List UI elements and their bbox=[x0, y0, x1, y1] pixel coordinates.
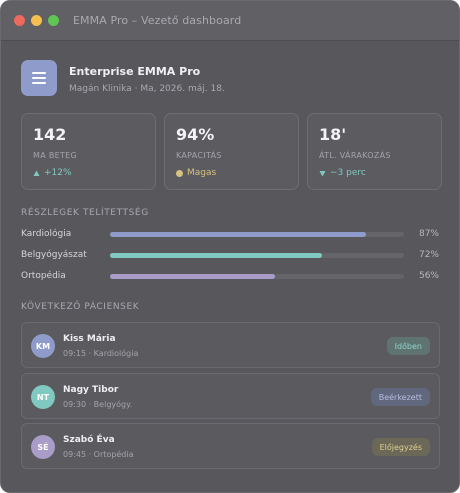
stats-row: 142 MA BETEG +12% 94% KAPACITÁS Magas 18… bbox=[21, 113, 442, 190]
stat-delta: +12% bbox=[33, 168, 144, 178]
stat-label: ÁTL. VÁRAKOZÁS bbox=[319, 151, 391, 160]
occupancy-bar bbox=[110, 231, 404, 237]
avatar: SÉ bbox=[31, 435, 55, 459]
patients-section-title: KÖVETKEZŐ PÁCIENSEK bbox=[21, 302, 140, 312]
occupancy-bar bbox=[110, 273, 404, 279]
dashboard-header: Enterprise EMMA Pro Magán Klinika · Ma, … bbox=[21, 60, 225, 96]
department-name: Kardiológia bbox=[21, 229, 72, 239]
window-controls bbox=[14, 15, 59, 26]
stat-delta: −3 perc bbox=[319, 168, 430, 178]
arrow-down-icon bbox=[319, 170, 326, 176]
stat-value: 94% bbox=[176, 125, 215, 144]
arrow-up-icon bbox=[33, 170, 40, 176]
stat-card-wait-time[interactable]: 18' ÁTL. VÁRAKOZÁS −3 perc bbox=[307, 113, 442, 190]
stat-delta-text: +12% bbox=[44, 168, 72, 178]
status-badge: Előjegyzés bbox=[371, 438, 430, 456]
department-name: Belgyógyászat bbox=[21, 250, 87, 260]
patient-name: Szabó Éva bbox=[63, 435, 115, 445]
patient-card-kiss-maria[interactable]: KM Kiss Mária 09:15 · Kardiológia Időben bbox=[21, 322, 440, 368]
department-name: Ortopédia bbox=[21, 271, 66, 281]
department-percent: 87% bbox=[418, 229, 439, 239]
app-window: EMMA Pro – Vezető dashboard Enterprise E… bbox=[0, 0, 460, 493]
department-row-ortopedia[interactable]: Ortopédia 56% bbox=[21, 269, 441, 283]
window-title: EMMA Pro – Vezető dashboard bbox=[73, 14, 242, 27]
occupancy-bar-fill bbox=[110, 273, 275, 279]
minimize-window-button[interactable] bbox=[31, 15, 42, 26]
occupancy-bar-fill bbox=[110, 252, 322, 258]
organization-name: Enterprise EMMA Pro bbox=[69, 65, 201, 78]
departments-section-title: RÉSZLEGEK TELÍTETTSÉG bbox=[21, 208, 149, 218]
stat-label: MA BETEG bbox=[33, 151, 78, 160]
patient-appointment: 09:30 · Belgyógy. bbox=[63, 400, 133, 409]
stat-delta-text: −3 perc bbox=[330, 168, 366, 178]
close-window-button[interactable] bbox=[14, 15, 25, 26]
department-row-belgyogyaszat[interactable]: Belgyógyászat 72% bbox=[21, 248, 441, 262]
stat-value: 142 bbox=[33, 125, 67, 144]
patient-name: Kiss Mária bbox=[63, 334, 116, 344]
department-row-kardiologia[interactable]: Kardiológia 87% bbox=[21, 227, 441, 241]
stat-label: KAPACITÁS bbox=[176, 151, 222, 160]
stat-value: 18' bbox=[319, 125, 347, 144]
maximize-window-button[interactable] bbox=[48, 15, 59, 26]
avatar: KM bbox=[31, 334, 55, 358]
patient-name: Nagy Tibor bbox=[63, 385, 119, 395]
patient-appointment: 09:15 · Kardiológia bbox=[63, 349, 139, 358]
status-badge: Beérkezett bbox=[370, 388, 430, 406]
occupancy-bar bbox=[110, 252, 404, 258]
dot-icon bbox=[176, 169, 183, 177]
stat-delta-text: Magas bbox=[187, 168, 217, 178]
menu-icon[interactable] bbox=[21, 60, 57, 96]
occupancy-bar-fill bbox=[110, 231, 366, 237]
stat-card-patients[interactable]: 142 MA BETEG +12% bbox=[21, 113, 156, 190]
stat-card-capacity[interactable]: 94% KAPACITÁS Magas bbox=[164, 113, 299, 190]
status-badge: Időben bbox=[386, 337, 430, 355]
department-percent: 72% bbox=[418, 250, 439, 260]
stat-delta: Magas bbox=[176, 168, 287, 178]
avatar: NT bbox=[31, 385, 55, 409]
patient-card-nagy-tibor[interactable]: NT Nagy Tibor 09:30 · Belgyógy. Beérkeze… bbox=[21, 373, 440, 419]
title-bar: EMMA Pro – Vezető dashboard bbox=[1, 1, 459, 41]
patient-appointment: 09:45 · Ortopédia bbox=[63, 450, 134, 459]
organization-subtitle: Magán Klinika · Ma, 2026. máj. 18. bbox=[69, 84, 225, 94]
department-percent: 56% bbox=[418, 271, 439, 281]
patient-card-szabo-eva[interactable]: SÉ Szabó Éva 09:45 · Ortopédia Előjegyzé… bbox=[21, 423, 440, 469]
